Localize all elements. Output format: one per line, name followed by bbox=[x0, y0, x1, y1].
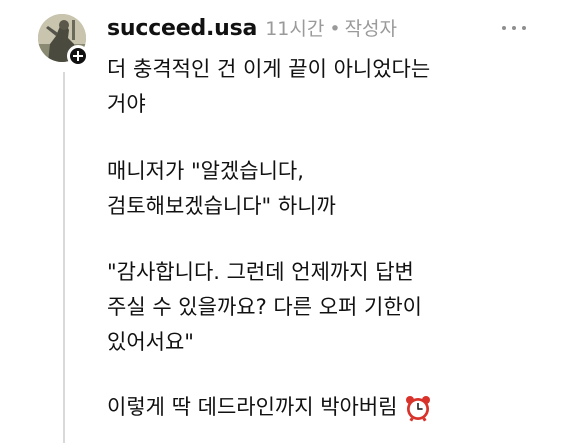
alarm-clock-icon bbox=[404, 394, 432, 422]
post-paragraph: 더 충격적인 건 이게 끝이 아니었다는 거야 bbox=[107, 57, 431, 116]
more-options-button[interactable] bbox=[500, 18, 528, 38]
follow-button[interactable] bbox=[67, 45, 89, 67]
post-paragraph: 매니저가 "알겠습니다, 검토해보겠습니다" 하니까 bbox=[107, 159, 336, 218]
post-header: succeed.usa 11시간 • 작성자 bbox=[107, 14, 397, 46]
post-paragraph: "감사합니다. 그런데 언제까지 답변 주실 수 있을까요? 다른 오퍼 기한이… bbox=[107, 260, 423, 354]
post-paragraph-last: 이렇게 딱 데드라인까지 박아버림 bbox=[107, 390, 547, 425]
username[interactable]: succeed.usa bbox=[107, 16, 257, 41]
more-horizontal-icon bbox=[502, 26, 506, 30]
thread-line bbox=[63, 72, 65, 443]
plus-icon bbox=[73, 51, 83, 61]
avatar[interactable] bbox=[38, 14, 90, 67]
post-paragraph: 이렇게 딱 데드라인까지 박아버림 bbox=[107, 395, 398, 419]
timestamp[interactable]: 11시간 bbox=[265, 14, 324, 41]
more-dot bbox=[522, 26, 526, 30]
separator-dot: • bbox=[329, 18, 341, 40]
more-dot bbox=[512, 26, 516, 30]
thread-post: succeed.usa 11시간 • 작성자 더 충격적인 건 이게 끝이 아니… bbox=[0, 0, 573, 443]
author-tag: 작성자 bbox=[344, 18, 398, 40]
